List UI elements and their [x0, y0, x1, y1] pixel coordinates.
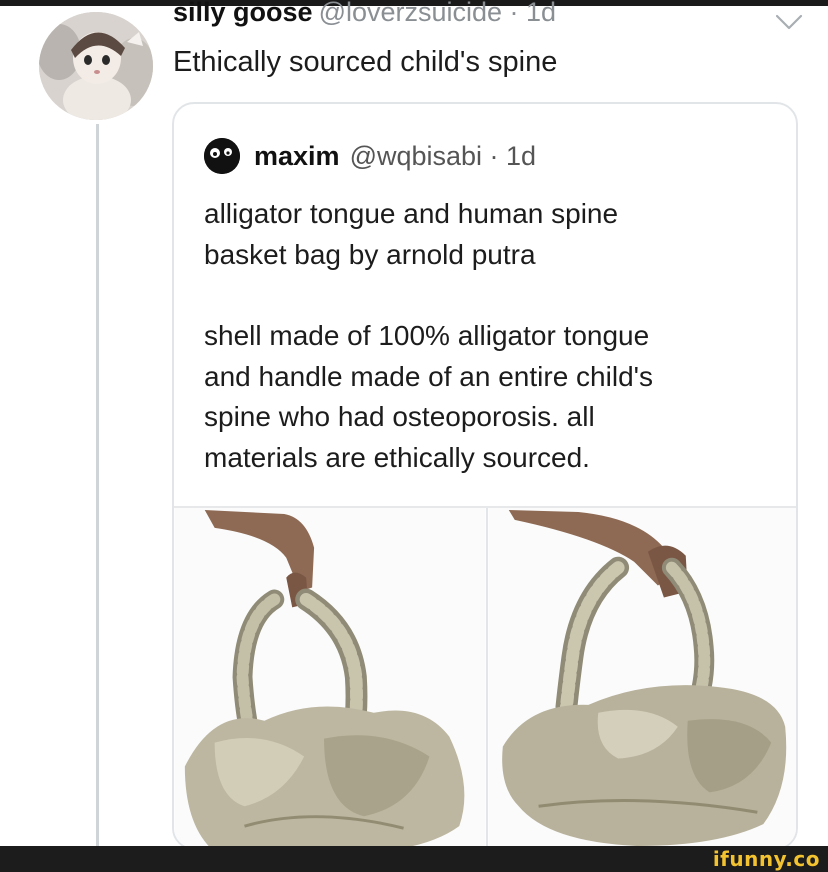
thread-line [96, 124, 99, 854]
tweet-header: silly goose @loverzsuicide · 1d [173, 0, 556, 28]
quoted-author-handle[interactable]: @wqbisabi · 1d [350, 141, 537, 172]
timestamp[interactable]: · 1d [502, 0, 557, 27]
media-image-left[interactable] [174, 508, 486, 848]
user-avatar[interactable] [39, 12, 153, 120]
media-grid [174, 506, 796, 848]
tweet-text: Ethically sourced child's spine [173, 46, 558, 78]
media-image-right[interactable] [488, 508, 796, 848]
text-line: spine who had osteoporosis. all [204, 401, 595, 432]
author-handle[interactable]: @loverzsuicide [319, 0, 502, 27]
quoted-author-name[interactable]: maxim [254, 141, 340, 172]
avatar-image [39, 12, 153, 120]
quoted-tweet-header: maxim @wqbisabi · 1d [204, 138, 536, 174]
text-line: alligator tongue and human spine [204, 198, 619, 229]
text-line: and handle made of an entire child's [204, 360, 653, 392]
text-line: shell made of 100% alligator tongue [204, 320, 650, 351]
author-name[interactable]: silly goose [173, 0, 313, 27]
quoted-tweet-text: alligator tongue and human spine basket … [204, 194, 653, 478]
text-line: basket bag by arnold putra [204, 238, 536, 270]
quoted-user-avatar[interactable] [204, 138, 240, 174]
text-line: materials are ethically sourced. [204, 441, 590, 473]
tweet[interactable]: silly goose @loverzsuicide · 1d Ethically… [0, 0, 828, 854]
chevron-down-icon[interactable] [771, 8, 807, 36]
ifunny-watermark: ifunny.co [712, 847, 820, 871]
footer-bar: ifunny.co [0, 846, 828, 872]
quoted-tweet-card[interactable]: maxim @wqbisabi · 1d alligator tongue an… [172, 102, 798, 850]
